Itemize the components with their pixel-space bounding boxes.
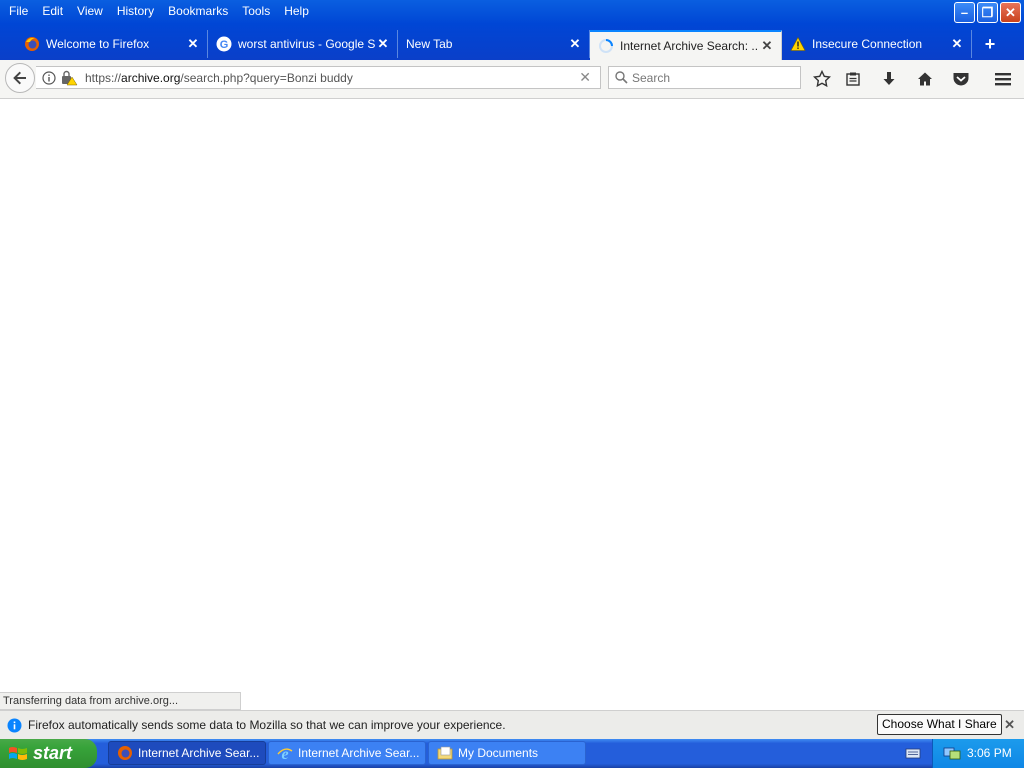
home-button[interactable]	[914, 68, 936, 90]
page-content-area[interactable]	[0, 99, 1024, 710]
hamburger-menu-icon	[995, 73, 1011, 86]
clipboard-icon	[846, 72, 860, 86]
info-icon[interactable]	[42, 71, 56, 88]
menu-view[interactable]: View	[70, 2, 110, 20]
taskbar-item-label: My Documents	[458, 746, 539, 760]
menu-help[interactable]: Help	[277, 2, 316, 20]
close-window-button[interactable]: ✕	[1000, 2, 1021, 23]
network-icon[interactable]	[943, 745, 961, 764]
minimize-icon: –	[960, 5, 969, 20]
choose-what-i-share-button[interactable]: Choose What I Share	[877, 714, 1002, 735]
svg-text:G: G	[220, 39, 229, 51]
tab-label: worst antivirus - Google S...	[238, 37, 375, 51]
menu-tools[interactable]: Tools	[235, 2, 277, 20]
restore-button[interactable]: ❐	[977, 2, 998, 23]
menu-file[interactable]: File	[2, 2, 35, 20]
new-tab-button[interactable]: +	[972, 30, 1008, 58]
tab-insecure-connection[interactable]: Insecure Connection ✕	[782, 30, 972, 58]
open-menu-button[interactable]	[992, 68, 1014, 90]
tab-label: New Tab	[406, 37, 453, 51]
taskbar-item-firefox[interactable]: Internet Archive Sear...	[108, 741, 266, 765]
firefox-icon	[24, 36, 40, 52]
tab-google-search[interactable]: G worst antivirus - Google S... ✕	[208, 30, 398, 58]
info-icon	[7, 718, 22, 736]
notification-message: Firefox automatically sends some data to…	[28, 718, 506, 732]
tab-close-button[interactable]: ✕	[759, 38, 775, 54]
url-bar[interactable]: https://archive.org/search.php?query=Bon…	[36, 66, 601, 89]
status-panel: Transferring data from archive.org...	[0, 692, 241, 710]
menu-edit[interactable]: Edit	[35, 2, 70, 20]
taskbar-item-label: Internet Archive Sear...	[138, 746, 260, 760]
tab-close-button[interactable]: ✕	[375, 36, 391, 52]
close-icon: ✕	[1005, 4, 1016, 20]
tab-new-tab[interactable]: New Tab ✕	[398, 30, 590, 58]
system-tray: 3:06 PM	[932, 739, 1024, 768]
close-notification-icon[interactable]: ✕	[1004, 717, 1015, 733]
tab-label: Insecure Connection	[812, 37, 923, 51]
warning-icon	[790, 36, 806, 52]
tab-close-button[interactable]: ✕	[567, 36, 583, 52]
folder-icon	[437, 745, 453, 761]
star-icon	[813, 70, 831, 88]
restore-icon: ❐	[981, 4, 994, 20]
menu-bar: File Edit View History Bookmarks Tools H…	[2, 2, 316, 20]
menu-history[interactable]: History	[110, 2, 161, 20]
download-arrow-icon	[883, 72, 895, 85]
minimize-button[interactable]: –	[954, 2, 975, 23]
taskbar-item-label: Internet Archive Sear...	[298, 746, 420, 760]
windows-taskbar: start Internet Archive Sear... e Interne…	[0, 739, 1024, 768]
search-placeholder: Search	[632, 71, 671, 85]
clock: 3:06 PM	[967, 746, 1012, 760]
data-reporting-notification-bar: Firefox automatically sends some data to…	[0, 710, 1024, 739]
google-icon: G	[216, 36, 232, 52]
tab-strip: Welcome to Firefox ✕ G worst antivirus -…	[0, 30, 1024, 60]
url-path: /search.php?query=Bonzi buddy	[180, 71, 353, 85]
ie-icon: e	[277, 745, 293, 761]
window-controls: – ❐ ✕	[954, 2, 1021, 23]
menu-bookmarks[interactable]: Bookmarks	[161, 2, 235, 20]
search-input[interactable]: Search	[608, 66, 801, 89]
url-text: https://archive.org/search.php?query=Bon…	[85, 71, 353, 85]
keyboard-icon[interactable]	[905, 746, 921, 763]
search-icon	[615, 71, 628, 87]
start-button[interactable]: start	[0, 739, 97, 768]
firefox-icon	[117, 745, 133, 761]
svg-text:e: e	[281, 746, 288, 761]
library-button[interactable]	[842, 68, 864, 90]
insecure-lock-icon[interactable]	[60, 70, 78, 89]
start-label: start	[33, 743, 73, 763]
pocket-button[interactable]	[950, 68, 972, 90]
tab-label: Internet Archive Search: ...	[620, 39, 759, 53]
taskbar-item-my-documents[interactable]: My Documents	[428, 741, 586, 765]
url-host: archive.org	[121, 71, 181, 85]
navigation-toolbar: https://archive.org/search.php?query=Bon…	[0, 60, 1024, 99]
clear-url-icon[interactable]: ✕	[579, 69, 591, 86]
pocket-icon	[953, 73, 969, 86]
tab-close-button[interactable]: ✕	[185, 36, 201, 52]
back-button[interactable]	[5, 63, 35, 93]
back-arrow-icon	[13, 71, 26, 85]
downloads-button[interactable]	[878, 68, 900, 90]
loading-spinner-icon	[598, 38, 614, 54]
tab-welcome-firefox[interactable]: Welcome to Firefox ✕	[0, 30, 208, 58]
url-prefix: https://	[85, 71, 122, 85]
tab-close-button[interactable]: ✕	[949, 36, 965, 52]
window-titlebar: File Edit View History Bookmarks Tools H…	[0, 0, 1024, 60]
bookmark-star-button[interactable]	[811, 68, 833, 90]
windows-flag-icon	[9, 746, 27, 760]
taskbar-item-internet-explorer[interactable]: e Internet Archive Sear...	[268, 741, 426, 765]
home-icon	[918, 72, 932, 86]
tab-label: Welcome to Firefox	[46, 37, 150, 51]
plus-icon: +	[984, 33, 996, 54]
tab-internet-archive-search[interactable]: Internet Archive Search: ... ✕	[590, 30, 782, 60]
